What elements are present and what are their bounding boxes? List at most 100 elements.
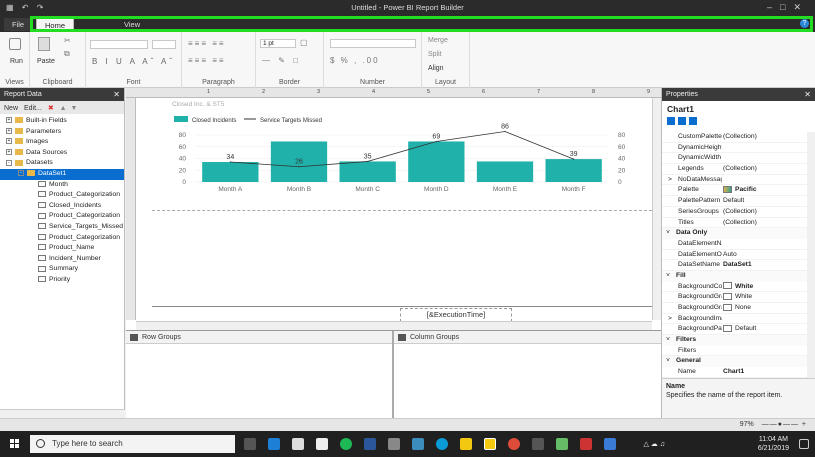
close-icon[interactable]: ✕ <box>804 90 811 99</box>
expand-icon[interactable]: - <box>6 159 12 166</box>
property-row[interactable]: Titles (Collection) <box>662 218 808 229</box>
report-builder-icon[interactable] <box>484 438 496 450</box>
property-row[interactable]: Filters <box>662 346 808 357</box>
font-size-select[interactable] <box>152 40 176 49</box>
new-button[interactable]: New <box>4 105 18 112</box>
property-row[interactable]: Name Chart1 <box>662 367 808 378</box>
property-value[interactable]: (Collection) <box>723 132 757 143</box>
property-category[interactable]: ˅ Data Only <box>662 228 808 239</box>
property-row[interactable]: DataElementOutputAuto <box>662 250 808 261</box>
property-category[interactable]: ˅ Filters <box>662 335 808 346</box>
spotify-icon[interactable] <box>340 438 352 450</box>
tree-horizontal-scrollbar[interactable] <box>0 409 125 418</box>
tree-node-field[interactable]: Product_Categorization <box>0 190 124 201</box>
windows-start-icon[interactable] <box>10 439 20 449</box>
border-size-select[interactable]: 1 pt <box>260 39 296 48</box>
property-row[interactable]: PalettePattern Default <box>662 196 808 207</box>
border-style-icons[interactable]: — ✎ □ <box>262 56 301 65</box>
border-color-icon[interactable]: ▢ <box>300 38 308 47</box>
app-icon-7[interactable] <box>604 438 616 450</box>
chart1[interactable]: Closed Inc. & ST5 Closed Incidents Service… <box>152 98 652 210</box>
app-icon-2[interactable] <box>412 438 424 450</box>
property-value[interactable]: Chart1 <box>723 367 744 378</box>
store-icon[interactable] <box>316 438 328 450</box>
copy-icon[interactable]: ⧉ <box>64 49 70 59</box>
expand-icon[interactable]: > <box>668 175 672 186</box>
property-value[interactable]: White <box>723 282 753 293</box>
split-button[interactable]: Split <box>428 51 442 58</box>
collapse-icon[interactable]: ˅ <box>666 356 670 367</box>
expand-icon[interactable]: + <box>6 148 12 155</box>
tab-view[interactable]: View <box>116 18 148 31</box>
delete-icon[interactable]: ✖ <box>48 105 54 112</box>
property-row[interactable]: BackgroundGradientEndColor White <box>662 292 808 303</box>
tree-node-field[interactable]: Month <box>0 180 124 191</box>
run-button[interactable]: Run <box>10 58 23 65</box>
app-icon-4[interactable] <box>532 438 544 450</box>
taskbar-search-box[interactable]: Type here to search <box>30 435 235 453</box>
move-up-icon[interactable]: ▲ <box>60 105 67 112</box>
property-value[interactable]: (Collection) <box>723 164 757 175</box>
chrome-icon[interactable] <box>508 438 520 450</box>
zoom-control[interactable]: 97% ——●—— + <box>740 421 807 428</box>
font-format-icons[interactable]: B I U A Aˆ Aˇ <box>92 57 175 66</box>
clock[interactable]: 11:04 AM 6/21/2019 <box>758 435 789 453</box>
property-value[interactable]: DataSet1 <box>723 260 752 271</box>
property-value[interactable]: Auto <box>723 250 737 261</box>
alphabetical-icon[interactable] <box>678 117 686 125</box>
report-body[interactable]: Closed Inc. & ST5 Closed Incidents Service… <box>152 98 652 322</box>
paste-icon[interactable] <box>38 37 50 51</box>
property-value[interactable]: Default <box>723 324 756 335</box>
expand-icon[interactable]: > <box>668 314 672 325</box>
property-row[interactable]: > BackgroundImage <box>662 314 808 325</box>
property-row[interactable]: DataElementName <box>662 239 808 250</box>
tree-node-field[interactable]: Summary <box>0 264 124 275</box>
notifications-icon[interactable] <box>799 439 809 449</box>
property-row[interactable]: BackgroundPatternType Default <box>662 324 808 336</box>
tree-node-field[interactable]: Service_Targets_Missed <box>0 222 124 233</box>
expand-icon[interactable]: + <box>6 127 12 134</box>
tab-home[interactable]: Home <box>36 18 75 31</box>
align-icons[interactable]: ≡≡≡ ≡≡ <box>188 39 226 48</box>
property-row[interactable]: BackgroundColor White <box>662 282 808 293</box>
property-value[interactable]: (Collection) <box>723 218 757 229</box>
property-row[interactable]: Palette Pacific <box>662 185 808 197</box>
tree-node-field[interactable]: Product_Categorization <box>0 211 124 222</box>
tree-node-field[interactable]: Product_Categorization <box>0 233 124 244</box>
groups-splitter[interactable] <box>392 331 394 419</box>
property-value[interactable]: Pacific <box>723 185 757 196</box>
tree-node-folder[interactable]: + Parameters <box>0 127 124 138</box>
property-row[interactable]: CustomPalette (Collection) <box>662 132 808 143</box>
collapse-icon[interactable]: ˅ <box>666 271 670 282</box>
property-value[interactable]: White <box>723 292 752 303</box>
tree-node-field[interactable]: Priority <box>0 275 124 286</box>
app-icon-5[interactable] <box>556 438 568 450</box>
tree-node-folder[interactable]: + Images <box>0 137 124 148</box>
canvas-horizontal-scrollbar[interactable] <box>136 321 652 330</box>
app-icon[interactable] <box>388 438 400 450</box>
report-empty-body[interactable] <box>152 210 652 307</box>
mail-icon[interactable] <box>292 438 304 450</box>
tree-node-field[interactable]: Closed_Incidents <box>0 201 124 212</box>
run-icon[interactable] <box>9 38 21 50</box>
system-tray-icons[interactable]: △ ☁ ♫ <box>643 440 665 449</box>
zoom-slider[interactable]: ——●—— + <box>762 421 807 428</box>
tree-node-field[interactable]: Product_Name <box>0 243 124 254</box>
tree-node-folder[interactable]: - Datasets <box>0 158 124 169</box>
edit-button[interactable]: Edit... <box>24 105 42 112</box>
app-icon-6[interactable] <box>580 438 592 450</box>
property-value[interactable]: Default <box>723 196 744 207</box>
property-value[interactable]: None <box>723 303 751 314</box>
power-bi-icon[interactable] <box>460 438 472 450</box>
expand-icon[interactable]: - <box>18 170 24 177</box>
tree-node-dataset[interactable]: - DataSet1 <box>0 168 124 180</box>
property-row[interactable]: BackgroundGradientType None <box>662 303 808 314</box>
property-category[interactable]: ˅ Fill <box>662 270 808 282</box>
expand-icon[interactable]: + <box>6 138 12 145</box>
property-category[interactable]: ˅ General <box>662 356 808 368</box>
property-row[interactable]: Legends (Collection) <box>662 164 808 175</box>
tree-node-folder[interactable]: + Built-in Fields <box>0 116 124 127</box>
categorized-icon[interactable] <box>667 117 675 125</box>
number-format-icons[interactable]: $ % , .00 <box>330 56 380 65</box>
collapse-icon[interactable]: ˅ <box>666 335 670 346</box>
